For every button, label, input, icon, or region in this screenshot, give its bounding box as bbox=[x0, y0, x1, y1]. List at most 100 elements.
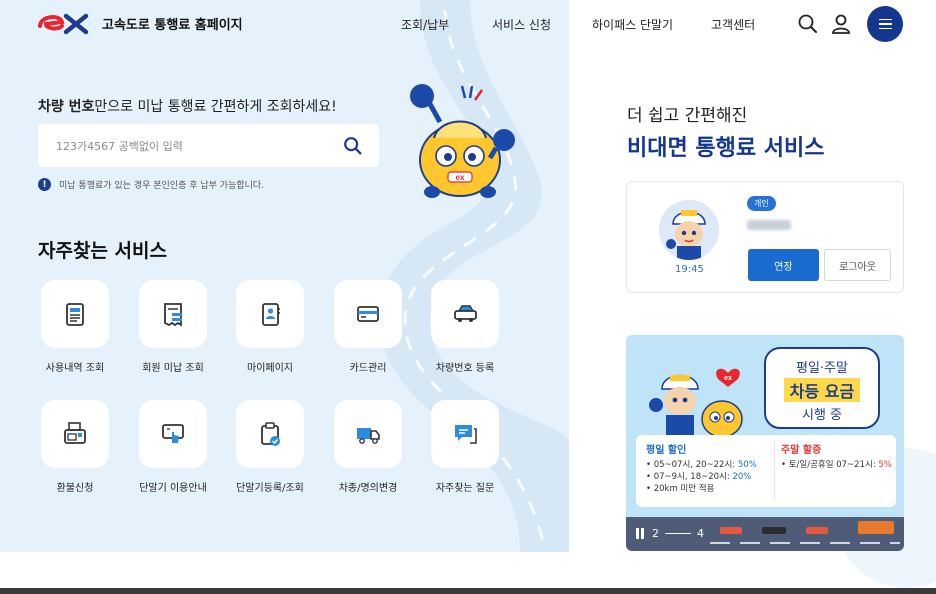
weekday-line: • 07~9시, 18~20시: 20% bbox=[646, 472, 752, 482]
site-logo[interactable]: 고속도로 통행료 홈페이지 bbox=[38, 10, 243, 36]
service-member-unpaid[interactable]: 회원 미납 조회 bbox=[128, 280, 218, 374]
document-list-icon bbox=[66, 303, 84, 326]
banner-pager: 2 4 bbox=[636, 527, 704, 540]
road-cars-illustration bbox=[710, 521, 900, 544]
service-tile bbox=[41, 280, 109, 348]
ex-logo-icon bbox=[38, 13, 89, 35]
service-label: 사용내역 조회 bbox=[45, 363, 105, 374]
fee-banner[interactable]: ex 평일·주말 차등 요금 시행 중 평일 할인 • 05~07시, 20~2… bbox=[626, 335, 904, 551]
account-type-badge: 개인 bbox=[747, 196, 776, 211]
search-notice: ! 미납 통행료가 있는 경우 본인인증 후 납부 가능합니다. bbox=[38, 178, 264, 191]
service-vehicle-change[interactable]: 차종/명의변경 bbox=[323, 400, 413, 494]
logo-text: 고속도로 통행료 홈페이지 bbox=[102, 17, 243, 33]
touch-screen-icon bbox=[162, 424, 184, 443]
sign-line-3: 시행 중 bbox=[801, 408, 842, 423]
weekend-title: 주말 할증 bbox=[781, 445, 822, 456]
user-icon[interactable] bbox=[829, 12, 853, 36]
weekend-surcharge: 주말 할증 • 토/일/공휴일 07~21시: 5% bbox=[774, 441, 892, 501]
service-tile bbox=[334, 400, 402, 468]
weekday-line: • 20km 미만 적용 bbox=[646, 484, 715, 494]
menu-line bbox=[878, 23, 892, 25]
service-tile bbox=[236, 280, 304, 348]
service-vehicle-register[interactable]: 차량번호 등록 bbox=[420, 280, 510, 374]
service-label: 단말기 이용안내 bbox=[139, 483, 207, 494]
service-tile bbox=[236, 400, 304, 468]
service-label: 단말기등록/조회 bbox=[236, 483, 304, 494]
user-name-blurred bbox=[747, 220, 791, 230]
car-icon bbox=[454, 305, 477, 322]
site-header: 고속도로 통행료 홈페이지 조회/납부 서비스 신청 하이패스 단말기 고객센터 bbox=[0, 0, 936, 48]
sign-line-2: 차등 요금 bbox=[783, 378, 861, 402]
pager-divider bbox=[665, 533, 691, 534]
pause-icon[interactable] bbox=[636, 528, 646, 539]
vehicle-search-box bbox=[38, 124, 379, 167]
menu-line bbox=[878, 27, 892, 30]
service-tile bbox=[139, 400, 207, 468]
service-mypage[interactable]: 마이페이지 bbox=[225, 280, 315, 374]
svg-text:ex: ex bbox=[724, 375, 732, 382]
menu-line bbox=[878, 18, 892, 21]
vehicle-number-input[interactable] bbox=[56, 136, 336, 156]
service-label: 마이페이지 bbox=[247, 363, 293, 374]
service-faq[interactable]: 자주찾는 질문 bbox=[420, 400, 510, 494]
receipt-icon bbox=[164, 303, 182, 327]
pager-total: 4 bbox=[697, 527, 704, 540]
search-icon[interactable] bbox=[796, 12, 820, 36]
service-tile bbox=[334, 280, 402, 348]
hamburger-menu-button[interactable] bbox=[867, 6, 903, 42]
sign-line-1: 평일·주말 bbox=[796, 361, 848, 376]
search-heading-bold: 차량 번호 bbox=[38, 99, 95, 115]
clipboard-check-icon bbox=[261, 422, 280, 446]
banner-controls: 2 4 bbox=[626, 517, 904, 551]
banner-mascots-illustration: ex bbox=[649, 368, 743, 439]
service-title: 비대면 통행료 서비스 bbox=[627, 136, 825, 161]
service-label: 환불신청 bbox=[56, 483, 94, 494]
service-card-management[interactable]: 카드관리 bbox=[323, 280, 413, 374]
weekday-title: 평일 할인 bbox=[646, 445, 687, 456]
services-title: 자주찾는 서비스 bbox=[38, 240, 167, 262]
pager-current: 2 bbox=[652, 527, 659, 540]
hero-panel: 차량 번호만으로 미납 통행료 간편하게 조회하세요! ! 미납 통행료가 있는… bbox=[0, 0, 569, 552]
service-terminal-register[interactable]: 단말기등록/조회 bbox=[225, 400, 315, 494]
avatar bbox=[659, 200, 719, 260]
service-label: 차종/명의변경 bbox=[338, 483, 398, 494]
service-tile bbox=[431, 280, 499, 348]
logout-button[interactable]: 로그아웃 bbox=[824, 249, 891, 281]
weekday-discount: 평일 할인 • 05~07시, 20~22시: 50% • 07~9시, 18~… bbox=[646, 441, 757, 495]
discount-info-box: 평일 할인 • 05~07시, 20~22시: 50% • 07~9시, 18~… bbox=[636, 435, 896, 507]
notice-text: 미납 통행료가 있는 경우 본인인증 후 납부 가능합니다. bbox=[59, 181, 265, 191]
session-timer: 19:45 bbox=[675, 264, 704, 275]
weekday-line: • 05~07시, 20~22시: 50% bbox=[646, 460, 757, 470]
nav-customer-center[interactable]: 고객센터 bbox=[711, 16, 755, 33]
service-label: 카드관리 bbox=[349, 363, 387, 374]
svg-text:ex: ex bbox=[456, 173, 465, 182]
service-subtitle: 더 쉽고 간편해진 bbox=[627, 106, 748, 126]
weekend-line: • 토/일/공휴일 07~21시: 5% bbox=[781, 460, 892, 470]
service-refund[interactable]: 환불신청 bbox=[30, 400, 120, 494]
service-terminal-guide[interactable]: 단말기 이용안내 bbox=[128, 400, 218, 494]
service-label: 자주찾는 질문 bbox=[435, 483, 495, 494]
nav-service-application[interactable]: 서비스 신청 bbox=[492, 16, 551, 33]
extend-session-button[interactable]: 연장 bbox=[748, 249, 819, 281]
search-heading: 차량 번호만으로 미납 통행료 간편하게 조회하세요! bbox=[38, 96, 337, 116]
search-icon[interactable] bbox=[342, 135, 364, 157]
account-card: 19:45 개인 연장 로그아웃 bbox=[626, 181, 904, 293]
truck-icon bbox=[357, 428, 380, 444]
banner-sign: 평일·주말 차등 요금 시행 중 bbox=[764, 347, 880, 429]
bottom-spacer bbox=[0, 552, 569, 588]
exclamation-icon: ! bbox=[38, 178, 51, 191]
bottom-dark-bar bbox=[0, 588, 936, 594]
chat-icon bbox=[455, 425, 477, 444]
profile-book-icon bbox=[262, 303, 280, 326]
service-usage-history[interactable]: 사용내역 조회 bbox=[30, 280, 120, 374]
service-tile bbox=[431, 400, 499, 468]
service-label: 회원 미납 조회 bbox=[142, 363, 204, 374]
nav-hipass-terminal[interactable]: 하이패스 단말기 bbox=[592, 16, 673, 33]
nav-inquiry-payment[interactable]: 조회/납부 bbox=[401, 16, 449, 33]
service-tile bbox=[41, 400, 109, 468]
service-label: 차량번호 등록 bbox=[435, 363, 495, 374]
mascot-avatar-icon bbox=[659, 200, 719, 260]
service-tile bbox=[139, 280, 207, 348]
mascot-illustration: ex bbox=[410, 84, 515, 198]
credit-card-icon bbox=[357, 306, 379, 322]
